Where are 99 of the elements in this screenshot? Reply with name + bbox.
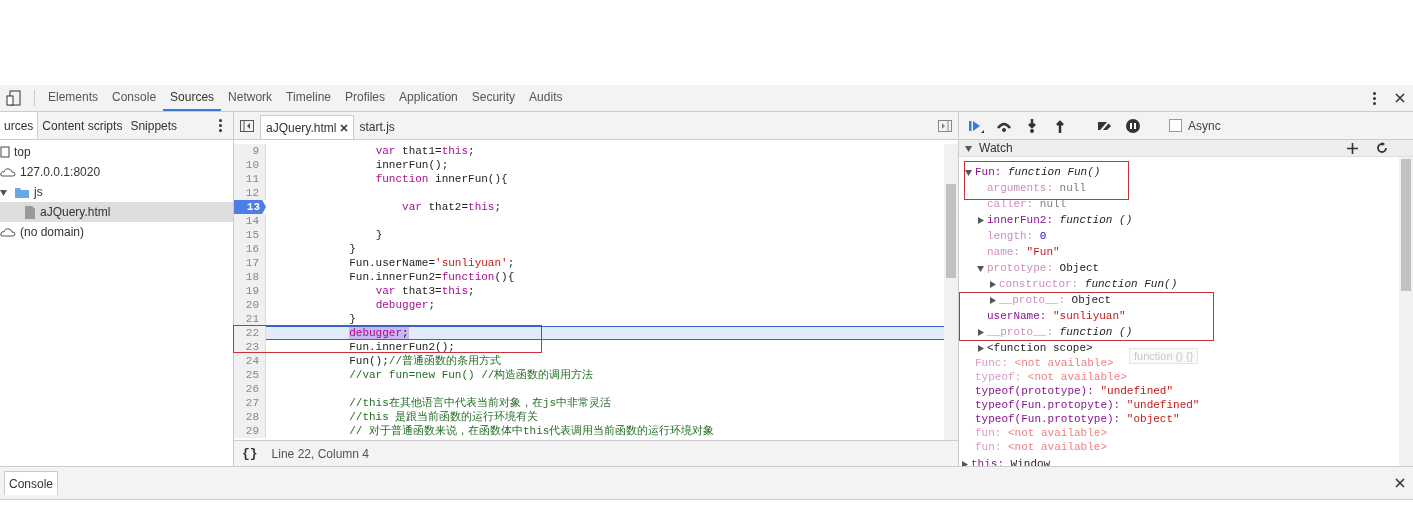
code-line: } [348, 242, 356, 256]
watch-row[interactable]: <function scope> [959, 340, 1093, 356]
frame-icon [0, 146, 10, 158]
drawer-tab[interactable]: Console [4, 471, 59, 495]
line-number: 21 [234, 312, 266, 326]
code-line: debugger; [374, 298, 436, 312]
tree-item[interactable]: aJQuery.html [0, 202, 233, 222]
expanded-arrow-icon[interactable] [977, 264, 984, 272]
line-number: 22 [234, 326, 266, 340]
expanded-arrow-icon[interactable] [965, 168, 972, 176]
watch-row[interactable]: constructor: function Fun() [959, 276, 1178, 292]
watch-row[interactable]: length: 0 [959, 228, 1047, 244]
expanded-arrow-icon[interactable] [965, 144, 972, 152]
line-number: 28 [234, 410, 266, 424]
line-number: 25 [234, 368, 266, 382]
collapsed-arrow-icon[interactable] [961, 460, 968, 466]
cloud-icon [0, 226, 16, 238]
panel-tab[interactable]: Network [221, 85, 280, 111]
code-line: //this在其他语言中代表当前对象，在js中非常灵活 [348, 396, 612, 410]
line-number: 18 [234, 270, 266, 284]
watch-row[interactable]: innerFun2: function () [959, 212, 1133, 228]
watch-row[interactable]: typeof(Fun.prototype): "object" [959, 412, 1180, 426]
code-line: var that1=this; [374, 144, 475, 158]
code-line: var that2=this; [401, 200, 502, 214]
watch-row[interactable]: arguments: null [959, 180, 1087, 196]
device-mode-icon[interactable] [6, 90, 22, 106]
panel-tab[interactable]: Security [464, 85, 523, 111]
code-line: Fun.innerFun2=function(){ [348, 270, 515, 284]
line-number: 12 [234, 186, 266, 200]
collapsed-arrow-icon[interactable] [989, 280, 996, 288]
folder-icon [14, 186, 30, 198]
watch-row[interactable]: __proto__: function () [959, 324, 1133, 340]
code-line: Fun.userName='sunliyuan'; [348, 256, 515, 270]
code-line: innerFun(); [374, 158, 449, 172]
watch-row[interactable]: typeof(Fun.protopyte): "undefined" [959, 398, 1200, 412]
navigator-tab[interactable]: Content scripts [38, 112, 127, 139]
tree-item-label: 127.0.0.1:8020 [20, 165, 101, 179]
cursor-position: Line 22, Column 4 [271, 446, 369, 461]
scrollbar[interactable] [944, 144, 958, 440]
line-number: 17 [234, 256, 266, 270]
panel-tab[interactable]: Profiles [338, 85, 393, 111]
code-line: Fun.innerFun2(); [348, 340, 455, 354]
tree-item-label: top [14, 145, 31, 159]
async-checkbox[interactable]: Async [1169, 118, 1221, 133]
pause-icon[interactable] [1124, 117, 1142, 134]
tree-item-label: js [34, 185, 43, 199]
code-line: debugger; [348, 326, 409, 340]
watch-row[interactable]: name: "Fun" [959, 244, 1060, 260]
tree-item[interactable]: 127.0.0.1:8020 [0, 162, 233, 182]
collapsed-arrow-icon[interactable] [977, 216, 984, 224]
code-line: } [348, 312, 356, 326]
line-number: 11 [234, 172, 266, 186]
line-number: 29 [234, 424, 266, 438]
collapsed-arrow-icon[interactable] [977, 344, 984, 352]
tree-item-label: (no domain) [20, 225, 85, 239]
line-number: 10 [234, 158, 266, 172]
line-number: 15 [234, 228, 266, 242]
line-number: 24 [234, 354, 266, 368]
expanded-arrow-icon[interactable] [0, 188, 7, 196]
code-line: } [374, 228, 383, 242]
collapsed-arrow-icon[interactable] [989, 296, 996, 304]
panel-tab[interactable]: Timeline [279, 85, 338, 111]
watch-row[interactable]: prototype: Object [959, 260, 1100, 276]
tree-item[interactable]: top [0, 142, 233, 162]
code-line: Fun();//普通函数的条用方式 [348, 354, 502, 368]
scrollbar[interactable] [1399, 157, 1413, 466]
line-number: 20 [234, 298, 266, 312]
code-line: // 对于普通函数来说，在函数体中this代表调用当前函数的运行环境对象 [348, 424, 715, 438]
section-title: Watch [979, 141, 1013, 155]
panel-tab[interactable]: Audits [522, 85, 570, 111]
code-line: //var fun=new Fun() //构造函数的调用方法 [348, 368, 594, 382]
watch-row[interactable]: Fun: function Fun() [959, 164, 1101, 180]
collapsed-arrow-icon[interactable] [977, 328, 984, 336]
file-tab[interactable]: start.js [354, 115, 400, 139]
watch-row[interactable]: typeof(prototype): "undefined" [959, 384, 1174, 398]
code-line: function innerFun(){ [374, 172, 508, 186]
tree-item-label: aJQuery.html [40, 205, 111, 219]
line-number: 26 [234, 382, 266, 396]
line-number: 9 [234, 144, 266, 158]
line-number: 14 [234, 214, 266, 228]
panel-tab[interactable]: Console [105, 85, 164, 111]
line-number: 27 [234, 396, 266, 410]
navigator-tab[interactable]: Snippets [126, 112, 182, 139]
code-line: //this 是跟当前函数的运行环境有关 [348, 410, 539, 424]
panel-tab[interactable]: Application [392, 85, 465, 111]
file-tab[interactable]: aJQuery.html [260, 115, 355, 139]
code-line: var that3=this; [374, 284, 475, 298]
pretty-print-button[interactable]: {} [242, 446, 258, 461]
line-number: 19 [234, 284, 266, 298]
navigator-tab[interactable]: urces [0, 112, 39, 139]
tree-item[interactable]: js [0, 182, 233, 202]
line-number: 16 [234, 242, 266, 256]
watch-row[interactable]: userName: "sunliyuan" [959, 308, 1126, 324]
panel-tab[interactable]: Elements [41, 85, 106, 111]
tree-item[interactable]: (no domain) [0, 222, 233, 242]
cloud-icon [0, 166, 16, 178]
breakpoint-line-number[interactable]: 13 [234, 200, 266, 214]
file-icon [24, 204, 36, 220]
watch-row[interactable]: __proto__: Object [959, 292, 1112, 308]
